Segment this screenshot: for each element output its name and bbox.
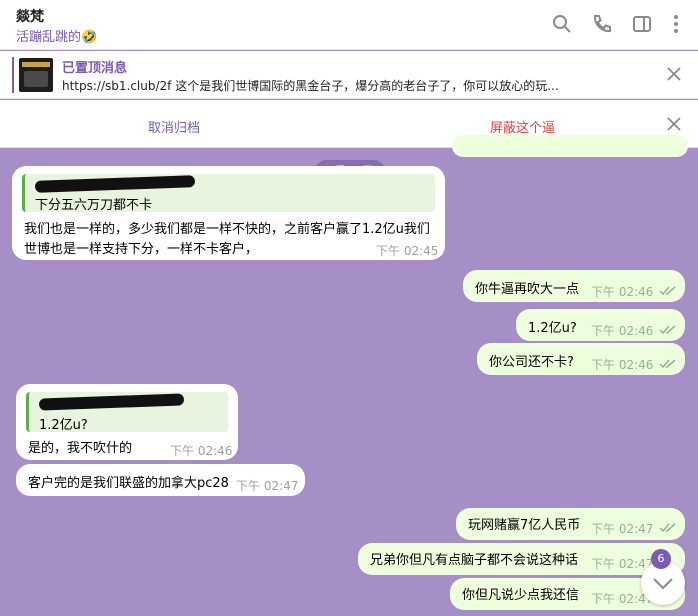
read-check-icon (659, 359, 676, 369)
message-text: 客户完的是我们联盛的加拿大pc28 (28, 476, 229, 491)
message-time: 下午 02:47 (236, 479, 299, 493)
message-bubble-incoming[interactable]: 下分五六万刀都不卡 我们也是一样的，多少我们都是一样不快的，之前客户赢了1.2亿… (12, 166, 445, 260)
message-text: 兄弟你但凡有点脑子都不会说这种话 (370, 553, 579, 568)
message-time: 下午 02:46 (591, 358, 654, 372)
chat-title[interactable]: 燚梵 (16, 6, 44, 26)
more-icon[interactable] (664, 12, 688, 36)
message-text: 1.2亿u? (528, 321, 577, 336)
pinned-message-bar[interactable]: 已置顶消息 https://sb1.club/2f 这个是我们世博国际的黑金台子… (0, 51, 698, 99)
chat-header: 燚梵 活蹦乱跳的🤣 (0, 0, 698, 50)
message-bubble-outgoing[interactable]: 1.2亿u? 下午 02:46 (516, 309, 685, 341)
message-text: 你公司还不卡? (489, 355, 574, 370)
message-text: 我们也是一样的，多少我们都是一样不快的，之前客户赢了1.2亿u我们 (24, 222, 430, 237)
close-icon[interactable] (666, 66, 682, 82)
message-text: 世博也是一样支持下分，一样不卡客户， (24, 242, 259, 257)
pinned-thumbnail (19, 58, 53, 92)
reply-text: 1.2亿u? (39, 418, 88, 433)
message-bubble-outgoing[interactable]: 兄弟你但凡有点脑子都不会说这种话 下午 02:47 (358, 543, 685, 575)
message-time: 下午 02:47 (591, 522, 654, 536)
phone-icon[interactable] (590, 12, 614, 36)
unread-badge: 6 (651, 549, 671, 569)
sidebar-icon[interactable] (630, 12, 654, 36)
message-bubble-incoming[interactable]: 1.2亿u? 是的，我不吹什的 下午 02:46 (16, 384, 238, 460)
block-button[interactable]: 屏蔽这个逼 (490, 117, 555, 136)
message-text: 你但凡说少点我还信 (462, 588, 580, 603)
close-icon[interactable] (666, 116, 682, 132)
message-text: 你牛逼再吹大一点 (475, 282, 580, 297)
message-time: 下午 02:46 (591, 324, 654, 338)
message-bubble-outgoing[interactable]: 你牛逼再吹大一点 下午 02:46 (463, 270, 685, 302)
pinned-text: https://sb1.club/2f 这个是我们世博国际的黑金台子，爆分高的老… (62, 79, 559, 93)
chevron-down-icon (653, 578, 673, 590)
chat-status: 活蹦乱跳的🤣 (16, 30, 98, 45)
cancel-archive-button[interactable]: 取消归档 (148, 117, 200, 136)
message-text: 玩网赌赢7亿人民币 (468, 518, 581, 533)
read-check-icon (659, 325, 676, 335)
message-bubble-incoming[interactable]: 客户完的是我们联盛的加拿大pc28 下午 02:47 (16, 464, 305, 496)
message-text: 是的，我不吹什的 (28, 441, 133, 456)
pinned-title: 已置顶消息 (62, 61, 128, 76)
message-time: 下午 02:46 (170, 444, 233, 458)
message-time: 下午 02:45 (376, 244, 439, 258)
reply-quote[interactable]: 1.2亿u? (26, 392, 228, 433)
redacted-name (38, 393, 185, 411)
redacted-name (34, 175, 196, 193)
pinned-indicator (12, 57, 14, 93)
message-bubble-partial[interactable] (452, 135, 688, 157)
read-check-icon (659, 523, 676, 533)
message-time: 下午 02:46 (591, 285, 654, 299)
read-check-icon (659, 286, 676, 296)
message-bubble-outgoing[interactable]: 你公司还不卡? 下午 02:46 (477, 343, 685, 375)
search-icon[interactable] (550, 12, 574, 36)
reply-text: 下分五六万刀都不卡 (35, 198, 153, 213)
reply-quote[interactable]: 下分五六万刀都不卡 (22, 174, 435, 213)
message-bubble-outgoing[interactable]: 玩网赌赢7亿人民币 下午 02:47 (456, 508, 685, 540)
